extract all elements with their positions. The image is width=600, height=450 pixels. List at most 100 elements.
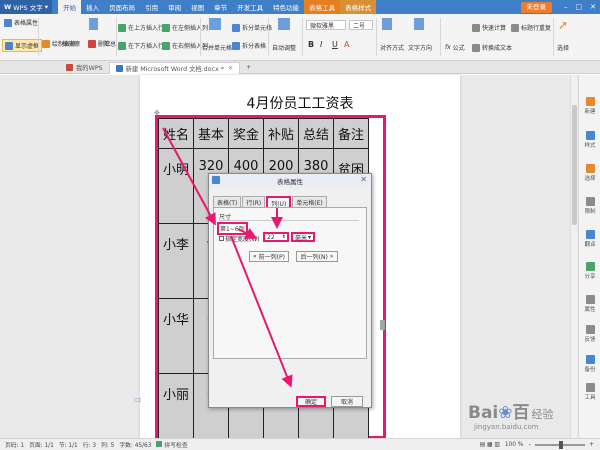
menu-table-tools[interactable]: 表格工具 [304, 0, 341, 14]
new-tab-button[interactable]: + [240, 62, 257, 74]
eraser-button[interactable]: 橡皮擦 [62, 39, 80, 48]
italic-icon[interactable]: I [320, 40, 322, 49]
merge-cells-icon[interactable] [209, 18, 221, 30]
header-cell[interactable]: 备注 [333, 118, 369, 149]
formula-button[interactable]: fx 公式 [445, 43, 465, 52]
vertical-scrollbar[interactable] [570, 75, 577, 438]
side-properties[interactable]: 属性 [579, 295, 600, 313]
tab-document[interactable]: 新建 Microsoft Word 文档.docx * ✕ [108, 61, 241, 74]
cursor-arrow-icon[interactable]: ➚ [558, 18, 568, 32]
underline-icon[interactable]: U [332, 40, 338, 49]
menu-view[interactable]: 视图 [186, 0, 209, 14]
font-size-select[interactable]: 二号 [349, 20, 373, 30]
side-backup[interactable]: 备份 [579, 355, 600, 373]
paw-icon: ❀ [498, 403, 513, 423]
cancel-button[interactable]: 取消 [331, 396, 363, 407]
spell-check-button[interactable]: 拼写检查 [156, 440, 188, 449]
scrollbar-thumb[interactable] [572, 105, 577, 225]
specify-width-checkbox[interactable]: 指定宽度(W) [219, 234, 260, 243]
font-name-select[interactable]: 微软雅黑 [306, 20, 346, 30]
autofit-button[interactable]: 自动调整 [272, 43, 296, 52]
backup-icon [585, 355, 595, 364]
table-cell[interactable]: 小明 [158, 148, 194, 224]
minimize-icon[interactable]: – [560, 3, 572, 11]
menu-chapter[interactable]: 章节 [209, 0, 232, 14]
zoom-out-icon[interactable]: – [528, 442, 531, 448]
show-gridlines-label: 显示虚框 [15, 43, 40, 50]
repeat-header-button[interactable]: 标题行重复 [511, 23, 551, 32]
quick-calc-button[interactable]: 快速计算 [472, 23, 506, 32]
pencil-icon [42, 39, 50, 48]
zoom-in-icon[interactable]: + [589, 442, 594, 448]
table-grid-icon[interactable] [89, 18, 98, 30]
insert-row-above-button[interactable]: 在上方插入行 [118, 23, 164, 32]
header-cell[interactable]: 姓名 [158, 118, 194, 149]
header-cell[interactable]: 基本 [193, 118, 229, 149]
side-restrict[interactable]: 限制 [579, 197, 600, 215]
insert-col-left-button[interactable]: 在左侧插入列 [162, 23, 208, 32]
side-style[interactable]: 样式 [579, 131, 600, 149]
menu-page-layout[interactable]: 页面布局 [104, 0, 140, 14]
spinner-arrows-icon[interactable]: ⬍ [282, 234, 286, 240]
header-cell[interactable]: 补贴 [263, 118, 299, 149]
align-button[interactable]: 对齐方式 [380, 43, 404, 52]
header-cell[interactable]: 总结 [298, 118, 334, 149]
status-words[interactable]: 字数: 45/63 [119, 440, 151, 449]
font-color-icon[interactable]: A [344, 40, 349, 49]
spell-check-icon [156, 441, 163, 447]
menu-home[interactable]: 开始 [58, 0, 82, 14]
table-resize-handle[interactable] [380, 320, 385, 330]
side-properties-label: 属性 [584, 307, 596, 313]
align-icon[interactable] [382, 18, 392, 30]
insert-row-below-button[interactable]: 在下方插入行 [118, 41, 164, 50]
convert-text-button[interactable]: 转换成文本 [472, 43, 512, 52]
side-new[interactable]: 新建 [579, 97, 600, 115]
table-cell[interactable]: 小李 [158, 223, 194, 299]
autofit-icon[interactable] [278, 18, 290, 30]
double-right-icon: » [327, 253, 334, 260]
table-cell[interactable]: 小华 [158, 298, 194, 374]
ok-button[interactable]: 确定 [296, 396, 326, 407]
unit-select[interactable]: 毫米 ▾ [291, 232, 315, 242]
close-icon[interactable]: ✕ [586, 3, 600, 11]
bold-icon[interactable]: B [308, 40, 314, 49]
login-button[interactable]: 未登录 [520, 1, 552, 13]
menu-features[interactable]: 特色功能 [268, 0, 304, 14]
merge-cells-button[interactable]: 合并单元格 [202, 43, 232, 52]
zoom-level[interactable]: 100 % [505, 442, 523, 448]
dialog-close-icon[interactable]: ✕ [360, 175, 367, 184]
menu-developer[interactable]: 开发工具 [232, 0, 268, 14]
menu-insert[interactable]: 插入 [81, 0, 104, 14]
side-tools[interactable]: 工具 [579, 383, 600, 401]
text-direction-icon[interactable] [414, 18, 424, 30]
view-mode-icon[interactable]: ▤ ▦ ▥ [480, 442, 500, 448]
select-button[interactable]: 选择 [557, 43, 569, 52]
tab-my-wps[interactable]: 我的WPS [60, 62, 109, 74]
show-gridlines-button[interactable]: 显示虚框 [2, 39, 43, 52]
side-select[interactable]: 选择 [579, 164, 600, 182]
dialog-title-bar[interactable]: 表格属性 ✕ [209, 174, 371, 187]
dialog-title: 表格属性 [277, 177, 303, 186]
side-share[interactable]: 分享 [579, 262, 600, 280]
header-cell[interactable]: 奖金 [228, 118, 264, 149]
side-tools-label: 工具 [584, 395, 596, 401]
zoom-slider[interactable] [535, 440, 586, 449]
table-props-button[interactable]: 表格属性 [4, 18, 38, 27]
status-bar: 页码: 1 页面: 1/1 节: 1/1 行: 3 列: 5 字数: 45/63… [0, 438, 600, 450]
width-input[interactable]: 22 ⬍ [263, 232, 289, 242]
split-table-button[interactable]: 拆分表格 [232, 41, 266, 50]
tab-close-icon[interactable]: ✕ [228, 65, 233, 72]
menu-review[interactable]: 审阅 [163, 0, 186, 14]
menu-table-style[interactable]: 表格样式 [340, 0, 377, 14]
side-translate[interactable]: 翻译 [579, 230, 600, 248]
app-menu-button[interactable]: W WPS 文字 ▾ [0, 0, 53, 14]
text-direction-button[interactable]: 文字方向 [408, 43, 432, 52]
side-feedback[interactable]: 反馈 [579, 325, 600, 343]
split-cells-button[interactable]: 拆分单元格 [232, 23, 272, 32]
prev-column-button[interactable]: « 前一列(P) [249, 251, 289, 262]
menu-references[interactable]: 引用 [140, 0, 163, 14]
summary-button[interactable]: 汇总 [104, 39, 116, 48]
maximize-icon[interactable]: □ [572, 3, 587, 11]
zoom-slider-thumb[interactable] [559, 440, 564, 449]
next-column-button[interactable]: 后一列(N) » [296, 251, 338, 262]
